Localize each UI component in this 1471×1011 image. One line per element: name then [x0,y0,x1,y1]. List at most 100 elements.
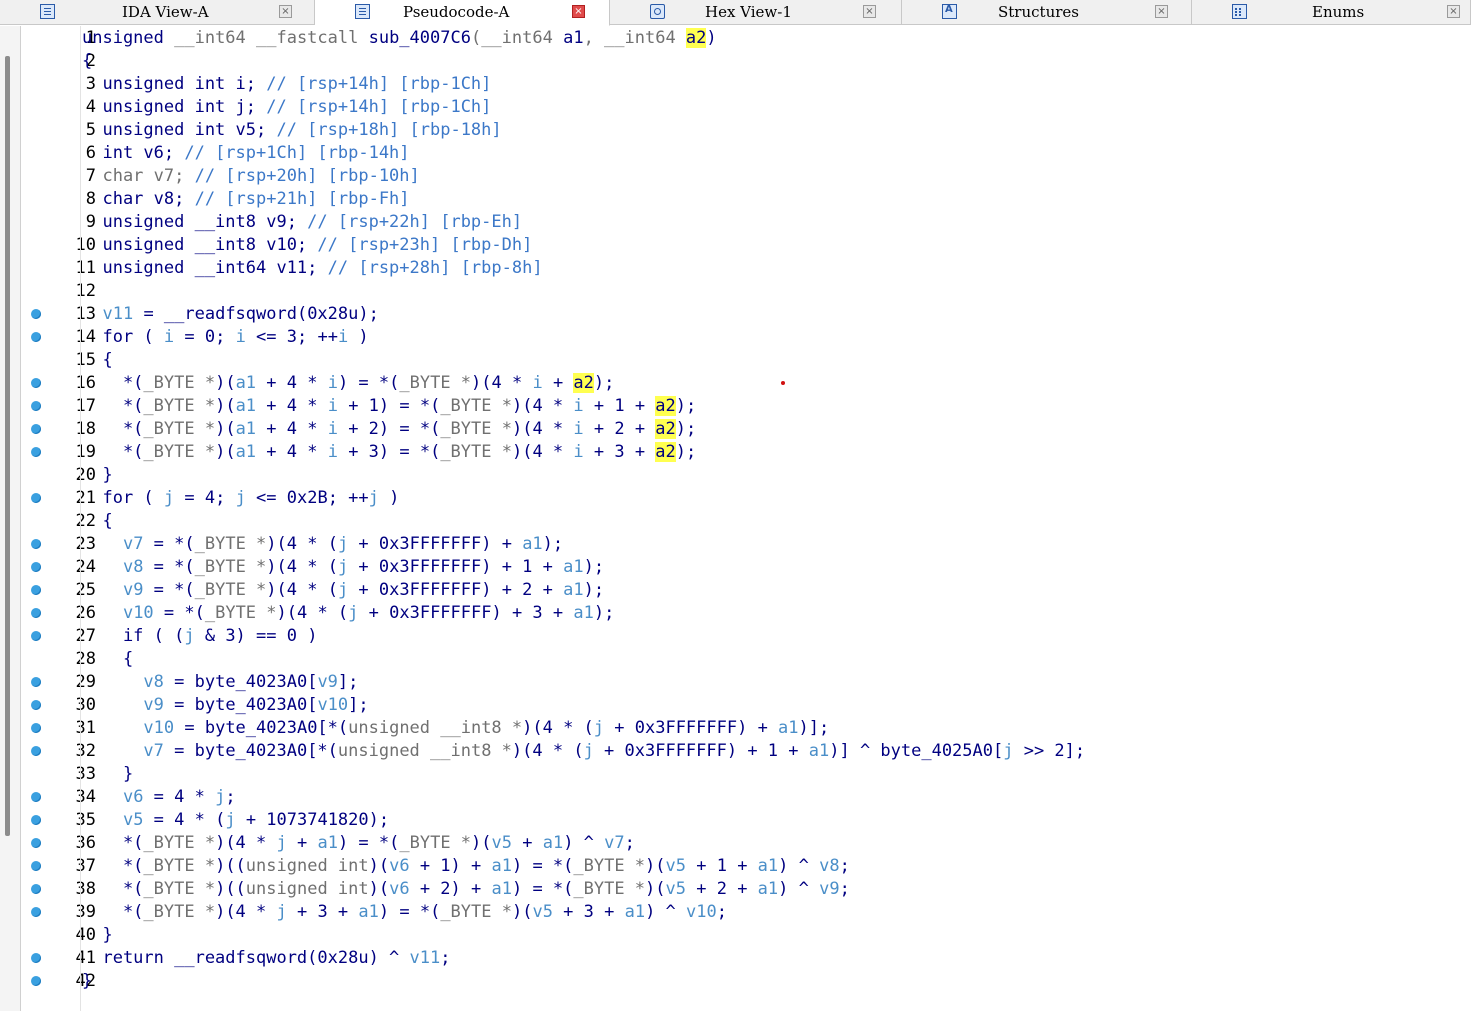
code-line[interactable]: 26 v10 = *(_BYTE *)(4 * (j + 0x3FFFFFFF)… [21,602,1471,625]
breakpoint-marker-icon[interactable] [31,378,41,388]
code-line[interactable]: 28 { [21,648,1471,671]
code-line[interactable]: 40 } [21,924,1471,947]
code-text[interactable]: v9 = *(_BYTE *)(4 * (j + 0x3FFFFFFF) + 2… [82,579,604,602]
code-text[interactable]: v7 = byte_4023A0[*(unsigned __int8 *)(4 … [82,740,1085,763]
code-line[interactable]: 20 } [21,464,1471,487]
code-text[interactable]: } [82,464,112,487]
tab-hex-view-1[interactable]: Hex View-1 × [610,0,902,25]
code-text[interactable]: v6 = 4 * j; [82,786,236,809]
breakpoint-marker-icon[interactable] [31,838,41,848]
code-text[interactable]: unsigned __int64 v11; // [rsp+28h] [rbp-… [82,257,542,280]
code-line[interactable]: 1 unsigned __int64 __fastcall sub_4007C6(… [21,27,1471,50]
breakpoint-marker-icon[interactable] [31,907,41,917]
breakpoint-marker-icon[interactable] [31,493,41,503]
close-tab-icon[interactable]: × [1155,5,1168,18]
code-text[interactable]: unsigned __int64 __fastcall sub_4007C6(_… [82,27,717,50]
breakpoint-marker-icon[interactable] [31,700,41,710]
code-line[interactable]: 38 *(_BYTE *)((unsigned int)(v6 + 2) + a… [21,878,1471,901]
code-line[interactable]: 36 *(_BYTE *)(4 * j + a1) = *(_BYTE *)(v… [21,832,1471,855]
code-text[interactable]: *(_BYTE *)((unsigned int)(v6 + 1) + a1) … [82,855,850,878]
code-text[interactable]: } [82,763,133,786]
code-line[interactable]: 12 [21,280,1471,303]
tab-enums[interactable]: Enums × [1192,0,1471,25]
code-line[interactable]: 22 { [21,510,1471,533]
scrollbar-thumb[interactable] [5,56,10,836]
code-text[interactable]: } [82,924,112,947]
vertical-scrollbar[interactable] [0,26,21,1011]
code-text[interactable]: for ( i = 0; i <= 3; ++i ) [82,326,368,349]
breakpoint-marker-icon[interactable] [31,976,41,986]
code-text[interactable]: *(_BYTE *)(a1 + 4 * i + 1) = *(_BYTE *)(… [82,395,696,418]
code-line[interactable]: 25 v9 = *(_BYTE *)(4 * (j + 0x3FFFFFFF) … [21,579,1471,602]
breakpoint-marker-icon[interactable] [31,424,41,434]
breakpoint-marker-icon[interactable] [31,562,41,572]
breakpoint-marker-icon[interactable] [31,746,41,756]
code-text[interactable]: v10 = *(_BYTE *)(4 * (j + 0x3FFFFFFF) + … [82,602,614,625]
code-text[interactable]: char v7; // [rsp+20h] [rbp-10h] [82,165,419,188]
code-line[interactable]: 31 v10 = byte_4023A0[*(unsigned __int8 *… [21,717,1471,740]
tab-pseudocode-a[interactable]: Pseudocode-A × [315,0,610,26]
code-text[interactable]: { [82,510,112,533]
code-line[interactable]: 19 *(_BYTE *)(a1 + 4 * i + 3) = *(_BYTE … [21,441,1471,464]
breakpoint-marker-icon[interactable] [31,447,41,457]
code-text[interactable]: v10 = byte_4023A0[*(unsigned __int8 *)(4… [82,717,829,740]
breakpoint-marker-icon[interactable] [31,539,41,549]
code-line[interactable]: 29 v8 = byte_4023A0[v9]; [21,671,1471,694]
code-text[interactable]: v11 = __readfsqword(0x28u); [82,303,378,326]
breakpoint-marker-icon[interactable] [31,608,41,618]
code-text[interactable]: v5 = 4 * (j + 1073741820); [82,809,389,832]
code-text[interactable]: *(_BYTE *)(a1 + 4 * i + 3) = *(_BYTE *)(… [82,441,696,464]
code-text[interactable]: unsigned __int8 v9; // [rsp+22h] [rbp-Eh… [82,211,522,234]
code-line[interactable]: 5 unsigned int v5; // [rsp+18h] [rbp-18h… [21,119,1471,142]
code-line[interactable]: 8 char v8; // [rsp+21h] [rbp-Fh] [21,188,1471,211]
code-line[interactable]: 32 v7 = byte_4023A0[*(unsigned __int8 *)… [21,740,1471,763]
breakpoint-marker-icon[interactable] [31,401,41,411]
code-line[interactable]: 7 char v7; // [rsp+20h] [rbp-10h] [21,165,1471,188]
code-text[interactable]: *(_BYTE *)(a1 + 4 * i + 2) = *(_BYTE *)(… [82,418,696,441]
code-line[interactable]: 35 v5 = 4 * (j + 1073741820); [21,809,1471,832]
code-text[interactable]: v9 = byte_4023A0[v10]; [82,694,368,717]
code-line[interactable]: 27 if ( (j & 3) == 0 ) [21,625,1471,648]
breakpoint-marker-icon[interactable] [31,861,41,871]
code-line[interactable]: 37 *(_BYTE *)((unsigned int)(v6 + 1) + a… [21,855,1471,878]
code-text[interactable]: unsigned int i; // [rsp+14h] [rbp-1Ch] [82,73,491,96]
tab-structures[interactable]: Structures × [902,0,1192,25]
code-text[interactable]: *(_BYTE *)(a1 + 4 * i) = *(_BYTE *)(4 * … [82,372,614,395]
code-text[interactable]: unsigned __int8 v10; // [rsp+23h] [rbp-D… [82,234,532,257]
breakpoint-marker-icon[interactable] [31,585,41,595]
code-line[interactable]: 9 unsigned __int8 v9; // [rsp+22h] [rbp-… [21,211,1471,234]
code-line[interactable]: 15 { [21,349,1471,372]
code-line[interactable]: 33 } [21,763,1471,786]
code-line[interactable]: 6 int v6; // [rsp+1Ch] [rbp-14h] [21,142,1471,165]
code-line[interactable]: 39 *(_BYTE *)(4 * j + 3 + a1) = *(_BYTE … [21,901,1471,924]
code-line[interactable]: 42} [21,970,1471,993]
code-text[interactable]: { [82,349,112,372]
code-line[interactable]: 4 unsigned int j; // [rsp+14h] [rbp-1Ch] [21,96,1471,119]
code-text[interactable]: int v6; // [rsp+1Ch] [rbp-14h] [82,142,409,165]
code-line[interactable]: 30 v9 = byte_4023A0[v10]; [21,694,1471,717]
code-line[interactable]: 16 *(_BYTE *)(a1 + 4 * i) = *(_BYTE *)(4… [21,372,1471,395]
code-line[interactable]: 21 for ( j = 4; j <= 0x2B; ++j ) [21,487,1471,510]
tab-ida-view-a[interactable]: IDA View-A × [0,0,315,25]
code-text[interactable]: *(_BYTE *)(4 * j + a1) = *(_BYTE *)(v5 +… [82,832,635,855]
code-line[interactable]: 24 v8 = *(_BYTE *)(4 * (j + 0x3FFFFFFF) … [21,556,1471,579]
code-text[interactable]: for ( j = 4; j <= 0x2B; ++j ) [82,487,399,510]
breakpoint-marker-icon[interactable] [31,723,41,733]
breakpoint-marker-icon[interactable] [31,309,41,319]
code-text[interactable]: v8 = byte_4023A0[v9]; [82,671,358,694]
code-text[interactable]: *(_BYTE *)(4 * j + 3 + a1) = *(_BYTE *)(… [82,901,727,924]
code-line[interactable]: 34 v6 = 4 * j; [21,786,1471,809]
code-text[interactable]: v8 = *(_BYTE *)(4 * (j + 0x3FFFFFFF) + 1… [82,556,604,579]
breakpoint-marker-icon[interactable] [31,953,41,963]
close-tab-icon[interactable]: × [1447,5,1460,18]
breakpoint-marker-icon[interactable] [31,815,41,825]
code-line[interactable]: 41 return __readfsqword(0x28u) ^ v11; [21,947,1471,970]
close-tab-icon[interactable]: × [863,5,876,18]
code-line[interactable]: 10 unsigned __int8 v10; // [rsp+23h] [rb… [21,234,1471,257]
code-line[interactable]: 11 unsigned __int64 v11; // [rsp+28h] [r… [21,257,1471,280]
code-line[interactable]: 17 *(_BYTE *)(a1 + 4 * i + 1) = *(_BYTE … [21,395,1471,418]
breakpoint-marker-icon[interactable] [31,631,41,641]
code-line[interactable]: 2{ [21,50,1471,73]
code-text[interactable]: unsigned int j; // [rsp+14h] [rbp-1Ch] [82,96,491,119]
code-text[interactable]: char v8; // [rsp+21h] [rbp-Fh] [82,188,409,211]
